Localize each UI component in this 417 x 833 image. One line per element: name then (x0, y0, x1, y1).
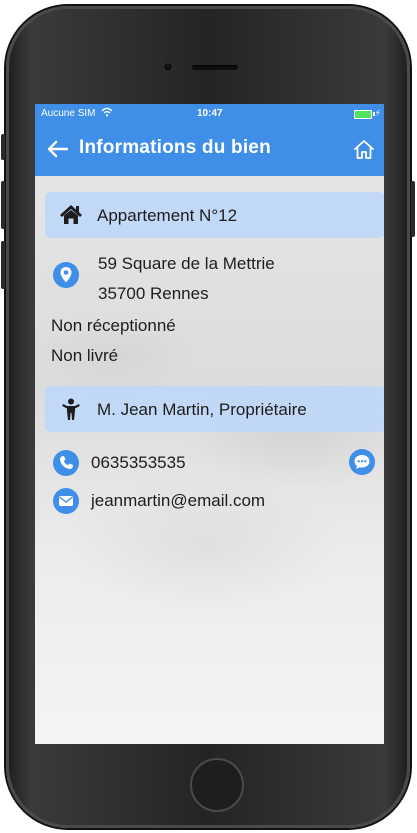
status-time: 10:47 (197, 108, 223, 119)
chat-bubble-icon[interactable] (349, 449, 375, 475)
map-pin-icon (53, 262, 79, 288)
carrier-label: Aucune SIM (41, 108, 96, 119)
phone-icon[interactable] (53, 450, 79, 476)
status-bar: Aucune SIM 10:47 ⚡ (35, 104, 384, 124)
wifi-icon (101, 107, 113, 120)
volume-down-button (1, 241, 5, 289)
power-button (411, 181, 415, 237)
earpiece-speaker (192, 65, 238, 70)
owner-name: M. Jean Martin, Propriétaire (97, 400, 307, 419)
app-screen: Aucune SIM 10:47 ⚡ Informations du bien … (35, 104, 384, 744)
owner-card: M. Jean Martin, Propriétaire (45, 386, 384, 432)
app-header: Informations du bien (35, 124, 384, 176)
front-camera (164, 63, 172, 71)
address-line2: 35700 Rennes (98, 284, 209, 303)
property-name: Appartement N°12 (97, 206, 238, 225)
owner-phone[interactable]: 0635353535 (91, 453, 186, 473)
reception-status: Non réceptionné (51, 316, 176, 335)
address-line1: 59 Square de la Mettrie (98, 254, 275, 273)
charging-icon: ⚡ (374, 108, 381, 118)
volume-up-button (1, 181, 5, 229)
arrow-left-icon[interactable] (43, 134, 73, 164)
envelope-icon[interactable] (53, 488, 79, 514)
home-outline-icon[interactable] (350, 136, 378, 164)
delivery-status: Non livré (51, 346, 119, 365)
house-icon (59, 203, 83, 227)
page-title: Informations du bien (79, 137, 271, 158)
device-home-button[interactable] (190, 758, 244, 812)
mute-switch (1, 134, 5, 160)
property-card: Appartement N°12 (45, 192, 384, 238)
battery-icon (354, 110, 372, 119)
person-icon (59, 397, 83, 421)
owner-email[interactable]: jeanmartin@email.com (91, 491, 265, 511)
